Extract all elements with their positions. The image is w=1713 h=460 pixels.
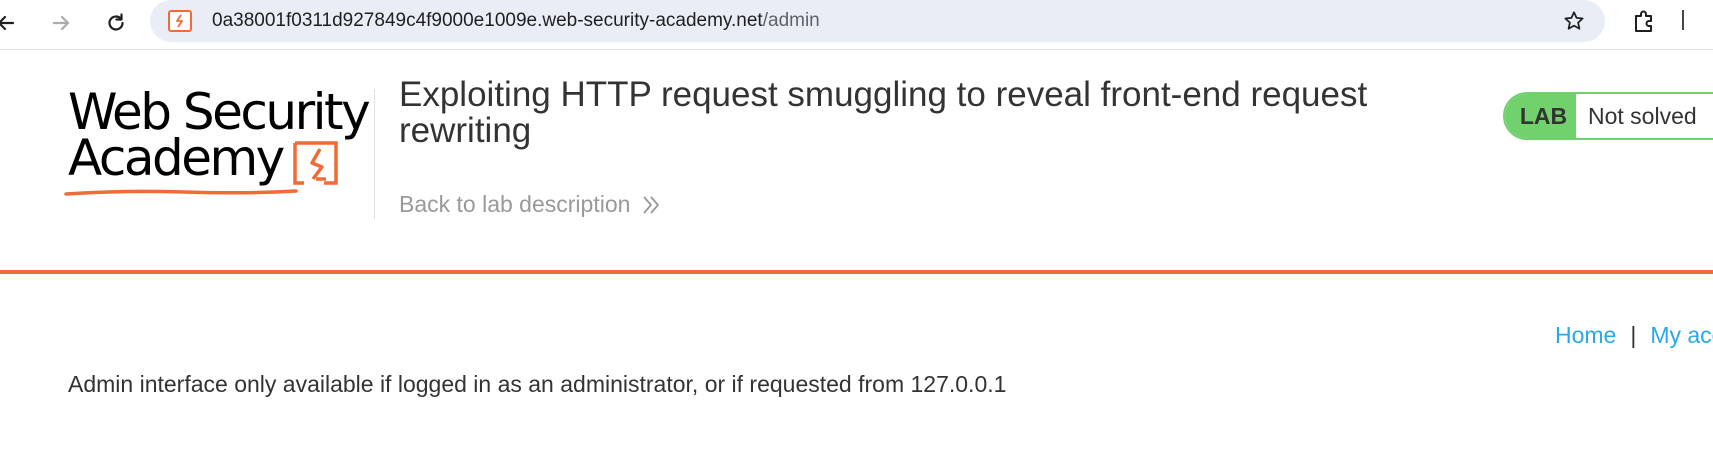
lab-badge: LAB (1505, 94, 1576, 138)
arrow-left-icon (0, 15, 15, 31)
top-nav-links: Home | My account (1555, 322, 1713, 349)
header-divider (374, 89, 375, 219)
forward-button[interactable] (45, 7, 77, 39)
my-account-link[interactable]: My account (1650, 322, 1713, 349)
arrow-right-icon (52, 15, 70, 31)
lab-status-widget: LAB Not solved (1503, 92, 1713, 140)
puzzle-icon (1635, 10, 1652, 32)
back-to-lab-description-link[interactable]: Back to lab description (399, 191, 660, 218)
header-accent-rule (0, 270, 1713, 274)
url-host: 0a38001f0311d927849c4f9000e1009e.web-sec… (212, 10, 763, 31)
lab-status-text: Not solved (1576, 94, 1713, 138)
reload-button[interactable] (100, 7, 132, 39)
logo-underline (64, 189, 298, 196)
star-icon (1564, 11, 1584, 30)
web-security-academy-logo[interactable]: Web Security Academy (64, 87, 378, 247)
lab-header: Web Security Academy Exploiting HTTP req… (0, 51, 1713, 273)
reload-icon (108, 13, 124, 31)
url-text[interactable]: 0a38001f0311d927849c4f9000e1009e.web-sec… (212, 9, 820, 33)
admin-access-message: Admin interface only available if logged… (68, 371, 1007, 397)
address-bar[interactable]: 0a38001f0311d927849c4f9000e1009e.web-sec… (150, 0, 1605, 42)
lab-title: Exploiting HTTP request smuggling to rev… (399, 75, 1368, 150)
extensions-button[interactable] (1628, 6, 1660, 38)
double-chevron-right-icon (643, 195, 660, 214)
nav-separator: | (1630, 322, 1637, 348)
browser-toolbar: 0a38001f0311d927849c4f9000e1009e.web-sec… (0, 0, 1713, 50)
lightning-bolt-icon (293, 141, 338, 185)
logo-line2: Academy (68, 129, 285, 187)
back-button[interactable] (0, 7, 22, 39)
bookmark-button[interactable] (1559, 6, 1589, 36)
back-link-label: Back to lab description (399, 191, 631, 217)
home-link[interactable]: Home (1555, 322, 1616, 349)
url-path: /admin (762, 10, 820, 31)
site-favicon-icon (168, 10, 192, 32)
toolbar-divider (1682, 10, 1684, 30)
